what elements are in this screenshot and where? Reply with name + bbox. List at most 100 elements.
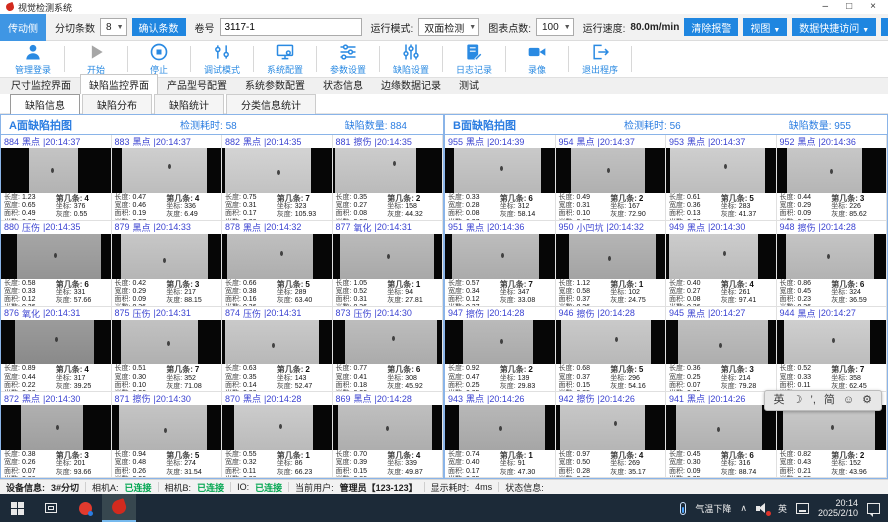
defect-cell[interactable]: 948 擦伤 |20:14:28 长度:0.86 宽度:0.45 面积:0.23…	[777, 221, 888, 307]
ime-simplified-toggle[interactable]: 简	[824, 395, 835, 406]
subtab-defect-info[interactable]: 缺陷信息	[10, 94, 80, 115]
defect-image[interactable]	[777, 234, 887, 279]
thermometer-icon[interactable]	[680, 502, 686, 515]
help-menu-button[interactable]: 帮助▼	[881, 18, 888, 36]
touch-keyboard-icon[interactable]	[796, 503, 809, 514]
defect-image[interactable]	[333, 405, 443, 450]
defect-image[interactable]	[333, 148, 443, 193]
confirm-strips-button[interactable]: 确认条数	[132, 18, 186, 36]
defect-cell[interactable]: 880 压伤 |20:14:35 长度:0.58 宽度:0.33 面积:0.12…	[1, 221, 112, 307]
defect-image[interactable]	[112, 148, 222, 193]
defect-image[interactable]	[1, 405, 111, 450]
defect-cell[interactable]: 953 黑点 |20:14:37 长度:0.61 宽度:0.36 面积:0.13…	[666, 135, 777, 221]
defect-image[interactable]	[333, 320, 443, 365]
defect-cell[interactable]: 942 擦伤 |20:14:26 长度:0.97 宽度:0.50 面积:0.28…	[556, 392, 667, 478]
defect-cell[interactable]: 874 压伤 |20:14:31 长度:0.63 宽度:0.35 面积:0.14…	[222, 307, 333, 393]
defect-cell[interactable]: 877 氧化 |20:14:31 长度:1.05 宽度:0.52 面积:0.31…	[333, 221, 444, 307]
punctuation-icon[interactable]: ’,	[810, 395, 816, 406]
chart-points-select[interactable]: 100 ▼	[536, 18, 574, 36]
start-button[interactable]	[0, 494, 34, 522]
defect-cell[interactable]: 950 小凹坑 |20:14:32 长度:1.12 宽度:0.58 面积:0.3…	[556, 221, 667, 307]
defect-image[interactable]	[222, 234, 332, 279]
defect-image[interactable]	[666, 148, 776, 193]
defect-cell[interactable]: 869 黑点 |20:14:28 长度:0.70 宽度:0.39 面积:0.15…	[333, 392, 444, 478]
defect-cell[interactable]: 871 擦伤 |20:14:30 长度:0.94 宽度:0.48 面积:0.26…	[112, 392, 223, 478]
defect-cell[interactable]: 951 黑点 |20:14:36 长度:0.57 宽度:0.34 面积:0.12…	[445, 221, 556, 307]
debug-mode-button[interactable]: 调试模式	[191, 41, 253, 77]
defect-image[interactable]	[222, 405, 332, 450]
defect-image[interactable]	[112, 234, 222, 279]
admin-login-button[interactable]: 管理登录	[2, 41, 64, 77]
log-record-button[interactable]: 日志记录	[443, 41, 505, 77]
record-video-button[interactable]: 录像	[506, 41, 568, 77]
action-center-icon[interactable]	[867, 503, 880, 514]
roll-input[interactable]	[220, 18, 362, 36]
defect-cell[interactable]: 879 黑点 |20:14:33 长度:0.42 宽度:0.29 面积:0.09…	[112, 221, 223, 307]
defect-image[interactable]	[1, 320, 111, 365]
defect-cell[interactable]: 945 黑点 |20:14:27 长度:0.36 宽度:0.25 面积:0.07…	[666, 307, 777, 393]
defect-cell[interactable]: 873 压伤 |20:14:30 长度:0.77 宽度:0.41 面积:0.18…	[333, 307, 444, 393]
defect-cell[interactable]: 876 氧化 |20:14:31 长度:0.89 宽度:0.44 面积:0.22…	[1, 307, 112, 393]
defect-image[interactable]	[222, 320, 332, 365]
defect-cell[interactable]: 947 擦伤 |20:14:28 长度:0.92 宽度:0.47 面积:0.25…	[445, 307, 556, 393]
tab-system-param-config[interactable]: 系统参数配置	[236, 74, 314, 94]
defect-image[interactable]	[112, 405, 222, 450]
defect-image[interactable]	[1, 234, 111, 279]
defect-cell[interactable]: 949 黑点 |20:14:30 长度:0.40 宽度:0.27 面积:0.08…	[666, 221, 777, 307]
defect-cell[interactable]: 875 压伤 |20:14:31 长度:0.51 宽度:0.30 面积:0.10…	[112, 307, 223, 393]
tab-size-monitor[interactable]: 尺寸监控界面	[2, 74, 80, 94]
inspection-app-taskbar-button[interactable]	[102, 494, 136, 522]
defect-image[interactable]	[445, 405, 555, 450]
system-config-button[interactable]: 系统配置	[254, 41, 316, 77]
defect-image[interactable]	[1, 148, 111, 193]
defect-image[interactable]	[777, 148, 887, 193]
defect-image[interactable]	[445, 148, 555, 193]
defect-image[interactable]	[666, 320, 776, 365]
tab-status-info[interactable]: 状态信息	[314, 74, 372, 94]
defect-cell[interactable]: 944 黑点 |20:14:27 长度:0.52 宽度:0.33 面积:0.11…	[777, 307, 888, 393]
clear-alarm-button[interactable]: 清除报警	[684, 18, 738, 36]
defect-cell[interactable]: 872 黑点 |20:14:30 长度:0.38 宽度:0.26 面积:0.07…	[1, 392, 112, 478]
tab-edge-data-record[interactable]: 边缘数据记录	[372, 74, 450, 94]
defect-cell[interactable]: 952 黑点 |20:14:36 长度:0.44 宽度:0.29 面积:0.09…	[777, 135, 888, 221]
maximize-button[interactable]: □	[846, 0, 852, 14]
ime-english-toggle[interactable]: 英	[774, 395, 785, 406]
defect-image[interactable]	[556, 148, 666, 193]
tab-product-model-config[interactable]: 产品型号配置	[158, 74, 236, 94]
subtab-defect-distribution[interactable]: 缺陷分布	[82, 94, 152, 115]
subtab-defect-statistics[interactable]: 缺陷统计	[154, 94, 224, 115]
emoji-icon[interactable]: ☺	[843, 395, 854, 406]
defect-image[interactable]	[556, 234, 666, 279]
run-mode-select[interactable]: 双面检测 ▼	[418, 18, 479, 36]
weather-ticker[interactable]: 气温下降	[695, 502, 731, 515]
ime-mode-indicator[interactable]: 英	[778, 502, 787, 515]
defect-image[interactable]	[445, 234, 555, 279]
subtab-class-info-statistics[interactable]: 分类信息统计	[226, 94, 316, 115]
sogou-ime-taskbar-button[interactable]	[68, 494, 102, 522]
defect-image[interactable]	[777, 405, 887, 450]
moon-icon[interactable]: ☽	[793, 395, 803, 406]
quick-access-menu-button[interactable]: 数据快捷访问▼	[792, 18, 876, 36]
defect-image[interactable]	[666, 234, 776, 279]
defect-cell[interactable]: 881 擦伤 |20:14:35 长度:0.35 宽度:0.27 面积:0.08…	[333, 135, 444, 221]
close-button[interactable]: ×	[870, 0, 876, 14]
defect-cell[interactable]: 954 黑点 |20:14:37 长度:0.49 宽度:0.31 面积:0.10…	[556, 135, 667, 221]
tab-test[interactable]: 测试	[450, 74, 488, 94]
tab-defect-monitor[interactable]: 缺陷监控界面	[80, 74, 158, 94]
defect-image[interactable]	[333, 234, 443, 279]
defect-image[interactable]	[666, 405, 776, 450]
defect-image[interactable]	[777, 320, 887, 365]
view-menu-button[interactable]: 视图▼	[743, 18, 787, 36]
start-button[interactable]: 开始	[65, 41, 127, 77]
defect-cell[interactable]: 870 黑点 |20:14:28 长度:0.55 宽度:0.32 面积:0.11…	[222, 392, 333, 478]
minimize-button[interactable]: –	[823, 0, 829, 14]
gear-icon[interactable]: ⚙	[862, 395, 872, 406]
defect-cell[interactable]: 941 黑点 |20:14:26 长度:0.45 宽度:0.30 面积:0.09…	[666, 392, 777, 478]
exit-program-button[interactable]: 退出程序	[569, 41, 631, 77]
defect-cell[interactable]: 882 黑点 |20:14:35 长度:0.75 宽度:0.31 面积:0.17…	[222, 135, 333, 221]
defect-image[interactable]	[222, 148, 332, 193]
defect-cell[interactable]: 883 黑点 |20:14:37 长度:0.47 宽度:0.46 面积:0.19…	[112, 135, 223, 221]
defect-image[interactable]	[445, 320, 555, 365]
task-view-button[interactable]	[34, 494, 68, 522]
hidden-icons-chevron[interactable]: ∧	[740, 503, 747, 514]
